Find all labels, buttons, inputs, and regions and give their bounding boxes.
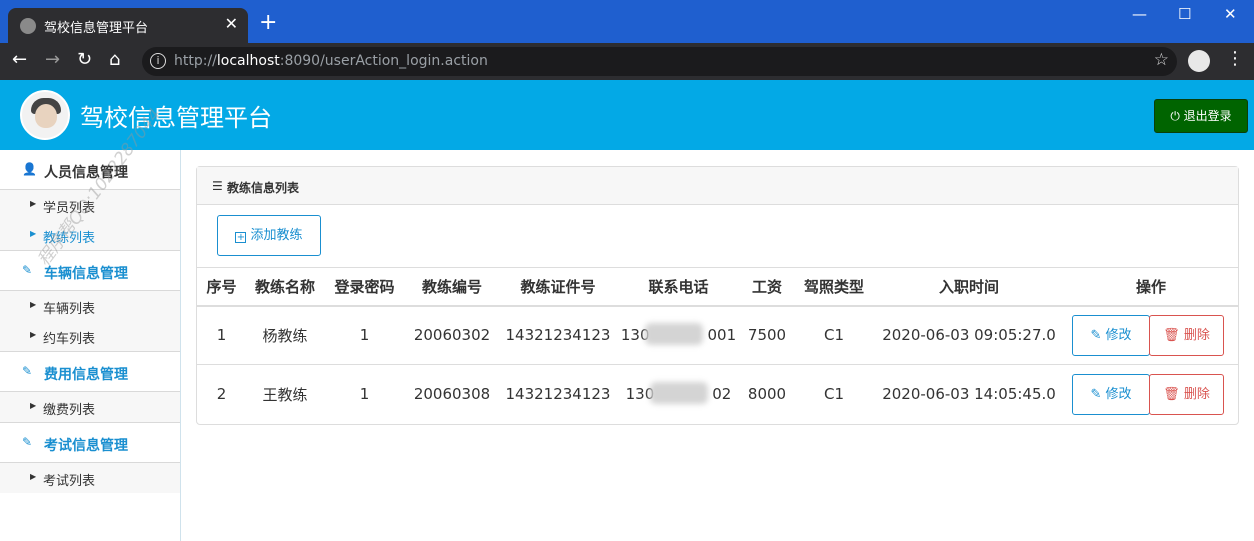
col-header: 工资 [740, 267, 794, 307]
list-icon: ☰ [212, 179, 223, 193]
edit-button[interactable]: ✎ 修改 [1072, 373, 1150, 415]
panel-header: ☰ 教练信息列表 [197, 167, 1238, 205]
cell-cert: 14321234123 [499, 305, 617, 365]
caret-right-icon: ▶ [30, 401, 37, 410]
cell-actions: ✎ 修改 🗑 删除 [1064, 305, 1238, 365]
delete-button[interactable]: 🗑 删除 [1149, 373, 1224, 415]
col-header: 登录密码 [324, 267, 405, 307]
cell-phone: 130 02 [617, 365, 740, 424]
sidebar-group-fees[interactable]: ✎ 费用信息管理 [0, 352, 180, 392]
maximize-icon[interactable]: ☐ [1178, 5, 1191, 23]
info-icon[interactable]: i [150, 53, 166, 69]
trash-icon: 🗑 [1163, 327, 1180, 343]
table-header-row: 序号 教练名称 登录密码 教练编号 教练证件号 联系电话 工资 驾照类型 入职时… [197, 267, 1238, 307]
back-icon[interactable]: ← [12, 49, 27, 70]
edit-icon: ✎ [1090, 386, 1102, 402]
logo-avatar [20, 90, 70, 140]
url-text[interactable]: http://localhost:8090/userAction_login.a… [174, 53, 488, 69]
cell-name: 王教练 [262, 385, 308, 404]
col-header: 教练证件号 [499, 267, 617, 307]
power-icon: ⏻ [1170, 109, 1180, 123]
sidebar-group-exams[interactable]: ✎ 考试信息管理 [0, 423, 180, 463]
edit-icon: ✎ [22, 435, 33, 449]
profile-avatar-icon[interactable] [1188, 50, 1210, 72]
app-header: 驾校信息管理平台 ⏻ 退出登录 [0, 80, 1254, 150]
trash-icon: 🗑 [1163, 386, 1180, 402]
new-tab-icon[interactable]: + [259, 12, 277, 34]
col-header: 教练编号 [405, 267, 499, 307]
cell-password: 1 [359, 385, 370, 404]
cell-salary: 8000 [747, 385, 787, 404]
cell-name: 杨教练 [246, 305, 324, 365]
cell-no: 2 [216, 385, 227, 404]
col-header: 操作 [1064, 267, 1238, 307]
cell-code: 20060308 [413, 385, 491, 404]
address-bar[interactable]: i http://localhost:8090/userAction_login… [142, 47, 1177, 76]
cell-actions: ✎ 修改 🗑 删除 [1064, 365, 1238, 424]
sidebar-item-bookings[interactable]: ▶ 约车列表 [0, 321, 180, 351]
edit-button[interactable]: ✎ 修改 [1072, 314, 1150, 356]
col-header: 入职时间 [874, 267, 1064, 307]
sidebar-item-vehicles[interactable]: ▶ 车辆列表 [0, 291, 180, 321]
reload-icon[interactable]: ↻ [77, 49, 92, 70]
table-row: 2 王教练 1 20060308 14321234123 130 02 8000 … [197, 365, 1238, 424]
cell-hired: 2020-06-03 09:05:27.0 [874, 305, 1064, 365]
minimize-icon[interactable]: — [1132, 5, 1147, 23]
sidebar-item-exams[interactable]: ▶ 考试列表 [0, 463, 180, 493]
globe-icon [20, 18, 36, 34]
redaction-blur [649, 382, 708, 405]
user-icon: 👤 [22, 162, 37, 176]
add-coach-button[interactable]: + 添加教练 [217, 215, 321, 256]
caret-right-icon: ▶ [30, 330, 37, 339]
cell-license: C1 [823, 385, 845, 404]
menu-kebab-icon[interactable]: ⋮ [1226, 48, 1244, 69]
caret-right-icon: ▶ [30, 229, 37, 238]
caret-right-icon: ▶ [30, 300, 37, 309]
cell-code: 20060302 [405, 305, 499, 365]
tab-title: 驾校信息管理平台 [44, 21, 149, 36]
coach-list-panel: ☰ 教练信息列表 + 添加教练 序号 教练名称 登录密码 教练编号 教练证件号 联… [196, 166, 1239, 425]
cell-salary: 7500 [740, 305, 794, 365]
close-window-icon[interactable]: ✕ [1224, 5, 1237, 23]
cell-no: 1 [197, 305, 246, 365]
cell-phone: 130 001 [617, 305, 740, 365]
coach-table: 序号 教练名称 登录密码 教练编号 教练证件号 联系电话 工资 驾照类型 入职时… [197, 267, 1238, 424]
browser-toolbar: ← → ↻ ⌂ i http://localhost:8090/userActi… [0, 43, 1254, 80]
edit-icon: ✎ [22, 364, 33, 378]
col-header: 联系电话 [617, 267, 740, 307]
caret-right-icon: ▶ [30, 199, 37, 208]
edit-icon: ✎ [1090, 327, 1102, 343]
cell-license: C1 [794, 305, 874, 365]
plus-square-icon: + [235, 232, 247, 243]
sidebar-group-vehicles[interactable]: ✎ 车辆信息管理 [0, 251, 180, 291]
redaction-blur [644, 323, 703, 346]
col-header: 序号 [197, 267, 246, 307]
col-header: 驾照类型 [794, 267, 874, 307]
browser-titlebar: 驾校信息管理平台 ✕ + — ☐ ✕ [0, 0, 1254, 43]
logout-button[interactable]: ⏻ 退出登录 [1154, 99, 1248, 133]
col-header: 教练名称 [246, 267, 324, 307]
forward-icon[interactable]: → [45, 49, 60, 70]
close-tab-icon[interactable]: ✕ [225, 14, 238, 33]
table-row: 1 杨教练 1 20060302 14321234123 130 001 7500… [197, 305, 1238, 365]
bookmark-star-icon[interactable]: ☆ [1154, 50, 1169, 70]
home-icon[interactable]: ⌂ [109, 49, 120, 70]
sidebar-item-payments[interactable]: ▶ 缴费列表 [0, 392, 180, 422]
cell-password: 1 [324, 305, 405, 365]
cell-hired: 2020-06-03 14:05:45.0 [882, 385, 1056, 404]
browser-tab[interactable]: 驾校信息管理平台 ✕ [8, 8, 248, 43]
cell-cert: 14321234123 [505, 385, 611, 404]
edit-icon: ✎ [22, 263, 33, 277]
caret-right-icon: ▶ [30, 472, 37, 481]
app-title: 驾校信息管理平台 [80, 104, 272, 132]
sidebar-item-coaches[interactable]: ▶ 教练列表 [0, 220, 180, 250]
delete-button[interactable]: 🗑 删除 [1149, 314, 1224, 356]
